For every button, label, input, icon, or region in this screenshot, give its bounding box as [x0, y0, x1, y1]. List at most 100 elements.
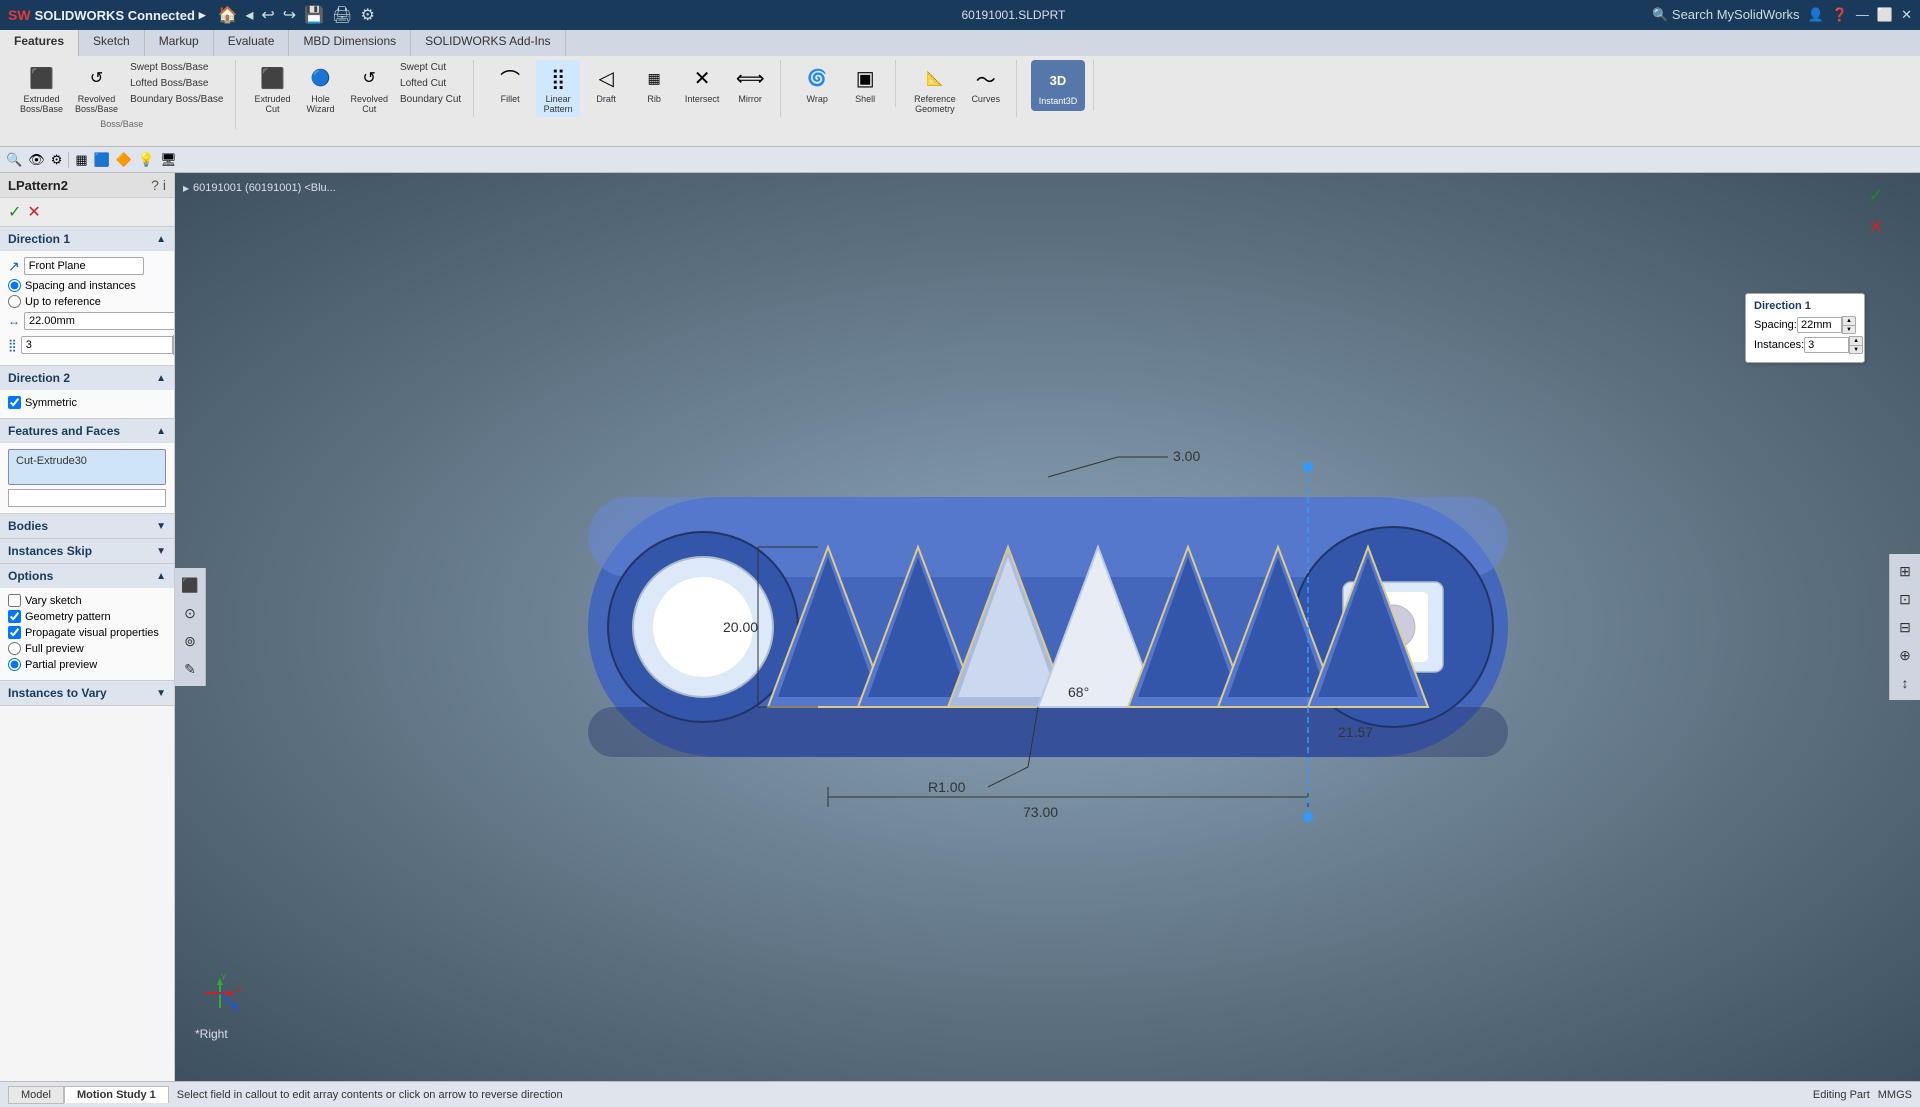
tab-mbd[interactable]: MBD Dimensions	[289, 30, 411, 56]
symmetric-checkbox[interactable]	[8, 396, 21, 409]
boundary-boss-base-btn[interactable]: Boundary Boss/Base	[126, 92, 227, 106]
vl-btn1[interactable]: ⬛	[177, 572, 203, 598]
print-icon[interactable]: 🖨	[332, 5, 352, 25]
rib-btn[interactable]: ▦ Rib	[632, 60, 676, 117]
wrap-btn[interactable]: 🌀 Wrap	[795, 60, 839, 107]
stb-icon3[interactable]: ⚙	[51, 152, 63, 168]
extruded-cut-btn[interactable]: ⬛ ExtrudedCut	[250, 60, 294, 117]
view-toolbar-btn1[interactable]: ⊞	[1892, 558, 1918, 584]
minimize-btn[interactable]: —	[1856, 7, 1869, 23]
reference-geometry-btn[interactable]: 📐 ReferenceGeometry	[910, 60, 960, 117]
features-faces-header[interactable]: Features and Faces ▲	[0, 419, 174, 443]
bodies-section: Bodies ▼	[0, 514, 174, 539]
stb-icon6[interactable]: 🔶	[116, 152, 132, 168]
curves-btn[interactable]: 〜 Curves	[964, 60, 1008, 117]
close-btn[interactable]: ✕	[1901, 7, 1912, 23]
callout-instances-input[interactable]	[1804, 337, 1849, 353]
editing-label: Editing Part	[1813, 1089, 1870, 1101]
view-toolbar-btn2[interactable]: ⊡	[1892, 586, 1918, 612]
direction2-header[interactable]: Direction 2 ▲	[0, 366, 174, 390]
options-header[interactable]: Options ▲	[0, 564, 174, 588]
viewer-cancel-btn[interactable]: ✕	[1862, 213, 1890, 241]
accept-ok-btn[interactable]: ✓	[8, 202, 21, 222]
mirror-btn[interactable]: ⟺ Mirror	[728, 60, 772, 117]
propagate-checkbox[interactable]	[8, 626, 21, 639]
instances-to-vary-header[interactable]: Instances to Vary ▼	[0, 681, 174, 705]
fillet-btn[interactable]: ⌒ Fillet	[488, 60, 532, 117]
search-mysw[interactable]: 🔍 Search MySolidWorks	[1652, 7, 1799, 23]
panel-help-icon[interactable]: ?	[151, 177, 159, 193]
tab-features[interactable]: Features	[0, 30, 79, 56]
geometry-pattern-checkbox[interactable]	[8, 610, 21, 623]
callout-instances-down-btn[interactable]: ▼	[1849, 345, 1863, 354]
undo-icon[interactable]: ↩	[261, 5, 274, 25]
direction1-plane-input[interactable]	[24, 257, 144, 275]
shell-btn[interactable]: ▣ Shell	[843, 60, 887, 107]
feature-add-field[interactable]	[8, 489, 166, 507]
stb-icon4[interactable]: ▦	[75, 152, 87, 168]
direction1-header[interactable]: Direction 1 ▲	[0, 227, 174, 251]
extruded-boss-base-btn[interactable]: ⬛ ExtrudedBoss/Base	[16, 60, 67, 117]
revolved-cut-btn[interactable]: ↺ RevolvedCut	[346, 60, 392, 117]
swept-boss-base-btn[interactable]: Swept Boss/Base	[126, 60, 227, 74]
help-icon[interactable]: ❓	[1832, 7, 1848, 23]
linear-pattern-btn[interactable]: ⣿ LinearPattern	[536, 60, 580, 117]
stb-icon1[interactable]: 🔍	[6, 152, 22, 168]
back-icon[interactable]: ◂	[245, 5, 253, 25]
intersect-btn[interactable]: ✕ Intersect	[680, 60, 724, 117]
spacing-instances-radio[interactable]	[8, 279, 21, 292]
user-icon[interactable]: 👤	[1808, 7, 1824, 23]
instances-skip-header[interactable]: Instances Skip ▼	[0, 539, 174, 563]
stb-icon5[interactable]: 🟦	[94, 152, 110, 168]
revolved-boss-base-btn[interactable]: ↺ RevolvedBoss/Base	[71, 60, 122, 117]
tab-evaluate[interactable]: Evaluate	[214, 30, 290, 56]
partial-preview-radio[interactable]	[8, 658, 21, 671]
instances-input[interactable]	[21, 336, 173, 354]
main-area: LPattern2 ? i ✓ ✕ Direction 1 ▲ ↗	[0, 173, 1920, 1081]
full-preview-radio[interactable]	[8, 642, 21, 655]
vary-sketch-checkbox[interactable]	[8, 594, 21, 607]
view-toolbar-btn4[interactable]: ⊕	[1892, 642, 1918, 668]
draft-btn[interactable]: ◁ Draft	[584, 60, 628, 117]
rib-icon: ▦	[638, 62, 670, 94]
tab-markup[interactable]: Markup	[145, 30, 214, 56]
callout-spacing-down-btn[interactable]: ▼	[1842, 325, 1856, 334]
feature-list[interactable]: Cut-Extrude30	[8, 449, 166, 485]
options-icon[interactable]: ⚙	[360, 5, 374, 25]
stb-icon7[interactable]: 💡	[138, 152, 154, 168]
lofted-boss-base-btn[interactable]: Lofted Boss/Base	[126, 76, 227, 90]
vl-btn2[interactable]: ⊙	[177, 600, 203, 626]
tab-model[interactable]: Model	[8, 1086, 64, 1104]
vl-btn3[interactable]: ⊚	[177, 628, 203, 654]
stb-icon8[interactable]: 🖥	[160, 152, 177, 168]
hole-wizard-btn[interactable]: 🔵 HoleWizard	[298, 60, 342, 117]
instances-skip-collapse-icon: ▼	[156, 546, 166, 557]
home-icon[interactable]: 🏠	[217, 5, 237, 25]
panel-info-icon[interactable]: i	[163, 177, 166, 193]
view-toolbar-btn5[interactable]: ↕	[1892, 670, 1918, 696]
stb-icon2[interactable]: 👁	[28, 152, 45, 168]
save-icon[interactable]: 💾	[304, 5, 324, 25]
bodies-header[interactable]: Bodies ▼	[0, 514, 174, 538]
tab-addins[interactable]: SOLIDWORKS Add-Ins	[411, 30, 565, 56]
redo-icon[interactable]: ↪	[283, 5, 296, 25]
tab-sketch[interactable]: Sketch	[79, 30, 145, 56]
modify-buttons: ⌒ Fillet ⣿ LinearPattern ◁ Draft ▦ Rib ✕	[488, 60, 772, 117]
spacing-input[interactable]	[24, 312, 175, 330]
svg-text:73.00: 73.00	[1023, 804, 1058, 820]
accept-cancel-btn[interactable]: ✕	[27, 202, 40, 222]
vl-btn4[interactable]: ✎	[177, 656, 203, 682]
tab-motion-study[interactable]: Motion Study 1	[64, 1086, 169, 1103]
viewer-ok-btn[interactable]: ✓	[1862, 181, 1890, 209]
boundary-cut-btn[interactable]: Boundary Cut	[396, 92, 465, 106]
callout-instances-up-btn[interactable]: ▲	[1849, 336, 1863, 345]
callout-spacing-up-btn[interactable]: ▲	[1842, 316, 1856, 325]
revolved-boss-icon: ↺	[81, 62, 113, 94]
swept-cut-btn[interactable]: Swept Cut	[396, 60, 465, 74]
callout-spacing-input[interactable]	[1797, 317, 1842, 333]
restore-btn[interactable]: ⬜	[1877, 7, 1893, 23]
view-toolbar-btn3[interactable]: ⊟	[1892, 614, 1918, 640]
instant3d-btn[interactable]: 3D Instant3D	[1031, 60, 1086, 111]
lofted-cut-btn[interactable]: Lofted Cut	[396, 76, 465, 90]
up-to-ref-radio[interactable]	[8, 295, 21, 308]
